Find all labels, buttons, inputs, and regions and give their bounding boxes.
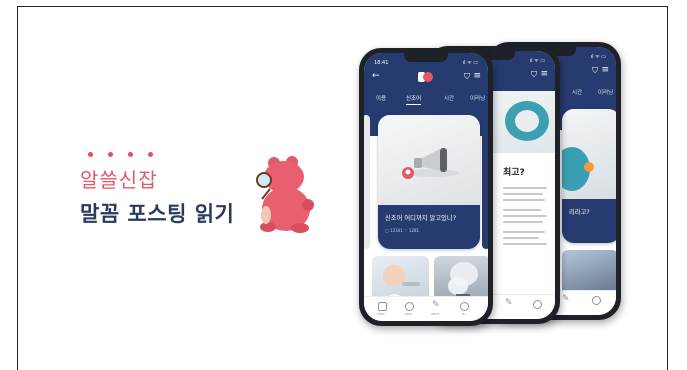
pencil-icon[interactable]: ✎ <box>432 300 441 310</box>
featured-article-card[interactable]: 신조어 어디까지 알고있니? ▢ 12341 ♡ 1281 <box>378 115 480 249</box>
bookmark-icon[interactable]: ⛉ <box>592 66 598 76</box>
tab-slang[interactable]: 신조어 <box>406 94 422 105</box>
pink-object-image <box>562 147 594 191</box>
nav-home-label: HOME <box>377 313 385 316</box>
card-meta: ▢ 12341 ♡ 1281 <box>385 228 420 233</box>
pencil-icon[interactable]: ✎ <box>505 298 514 308</box>
status-time: 18:41 <box>374 60 389 66</box>
person-icon[interactable] <box>460 302 469 311</box>
subtitle: 말꼼 포스팅 읽기 <box>80 202 235 226</box>
person-icon[interactable] <box>533 300 542 309</box>
status-icons: ıl ᯤ ▭ <box>590 54 606 60</box>
pencil-icon[interactable]: ✎ <box>562 294 571 304</box>
tab-elearning[interactable]: 이러닝 <box>470 94 485 102</box>
menu-icon[interactable]: ≡ <box>473 71 481 81</box>
phone-front: 18:41 ıl ᯤ ▭ ← ⛉ ≡ 이용 신조어 시간 이러닝 신조어 어디까… <box>359 48 493 326</box>
article-card[interactable]: 리라고? <box>562 109 616 243</box>
tab-elearning[interactable]: 이러닝 <box>598 88 613 96</box>
status-icons: ıl ᯤ ▭ <box>529 58 545 64</box>
article-title: 최고? <box>503 168 525 178</box>
headline: 알쓸신잡 <box>80 168 158 192</box>
tab-time[interactable]: 시간 <box>572 88 582 96</box>
card-title: 신조어 어디까지 알고있니? <box>385 215 457 222</box>
prev-card[interactable] <box>364 115 370 249</box>
nav-write-label: WRITE <box>431 313 440 316</box>
menu-icon[interactable]: ≡ <box>601 65 609 75</box>
bookmark-icon[interactable]: ⛉ <box>531 70 537 80</box>
home-icon[interactable] <box>378 302 387 311</box>
nav-my-label: MY <box>462 313 466 316</box>
tab-time[interactable]: 시간 <box>444 94 454 102</box>
menu-icon[interactable]: ≡ <box>540 69 548 79</box>
person-icon[interactable] <box>592 296 601 305</box>
bear-mascot-icon <box>256 156 314 233</box>
tab-usage[interactable]: 이용 <box>376 94 386 102</box>
bookmark-icon[interactable]: ⛉ <box>464 72 470 82</box>
megaphone-image <box>402 148 459 179</box>
next-card[interactable] <box>482 115 488 249</box>
blog-icon[interactable] <box>405 302 414 311</box>
back-arrow-icon[interactable]: ← <box>372 71 380 81</box>
emphasis-dots <box>88 152 153 157</box>
app-logo-icon <box>418 72 433 82</box>
status-icons: ıl ᯤ ▭ <box>462 60 478 66</box>
card-title: 리라고? <box>569 209 590 216</box>
nav-blog-label: BLOG <box>405 313 413 316</box>
